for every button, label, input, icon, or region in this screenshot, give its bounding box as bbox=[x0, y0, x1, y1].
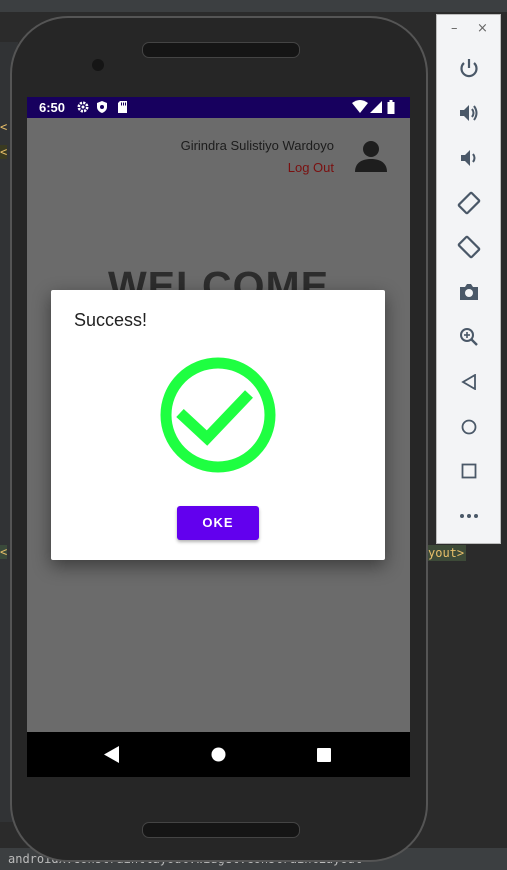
success-dialog: Success! OKE bbox=[51, 290, 385, 560]
username-label: Girindra Sulistiyo Wardoyo bbox=[180, 138, 334, 153]
ide-code-tag[interactable]: yout> bbox=[426, 545, 467, 561]
volume-down-icon[interactable] bbox=[447, 143, 491, 173]
ide-code-fragment: < bbox=[0, 545, 8, 559]
wifi-icon bbox=[352, 100, 368, 117]
power-icon[interactable] bbox=[447, 53, 491, 83]
signal-icon bbox=[369, 100, 382, 117]
rotate-left-icon[interactable] bbox=[447, 188, 491, 218]
rotate-right-icon[interactable] bbox=[447, 232, 491, 262]
home-icon[interactable] bbox=[447, 412, 491, 442]
battery-icon bbox=[387, 100, 395, 117]
back-icon[interactable] bbox=[104, 746, 120, 767]
logout-link[interactable]: Log Out bbox=[288, 160, 334, 175]
shield-icon bbox=[96, 100, 108, 117]
check-circle-icon bbox=[159, 356, 277, 474]
close-icon[interactable]: × bbox=[477, 21, 488, 36]
emulator-toolbar: – × bbox=[436, 14, 501, 544]
bottom-speaker bbox=[142, 822, 300, 838]
recents-icon[interactable] bbox=[317, 747, 331, 766]
minimize-icon[interactable]: – bbox=[451, 21, 458, 36]
status-bar: 6:50 bbox=[27, 97, 410, 118]
ide-code-fragment: < bbox=[0, 120, 8, 134]
front-camera bbox=[92, 59, 104, 71]
dialog-title: Success! bbox=[74, 310, 148, 330]
more-icon[interactable] bbox=[447, 501, 491, 531]
navigation-bar bbox=[27, 732, 410, 777]
person-icon[interactable] bbox=[353, 138, 389, 174]
ide-toolbar bbox=[0, 0, 507, 12]
top-speaker bbox=[142, 42, 300, 58]
home-icon[interactable] bbox=[211, 747, 226, 766]
volume-up-icon[interactable] bbox=[447, 98, 491, 128]
zoom-icon[interactable] bbox=[447, 322, 491, 352]
oke-button[interactable]: OKE bbox=[177, 506, 259, 540]
settings-icon bbox=[76, 100, 90, 117]
status-time: 6:50 bbox=[39, 100, 66, 115]
back-icon[interactable] bbox=[447, 367, 491, 397]
camera-icon[interactable] bbox=[447, 277, 491, 307]
overview-icon[interactable] bbox=[447, 456, 491, 486]
ide-code-fragment: < bbox=[0, 145, 8, 159]
sd-card-icon bbox=[117, 100, 128, 117]
